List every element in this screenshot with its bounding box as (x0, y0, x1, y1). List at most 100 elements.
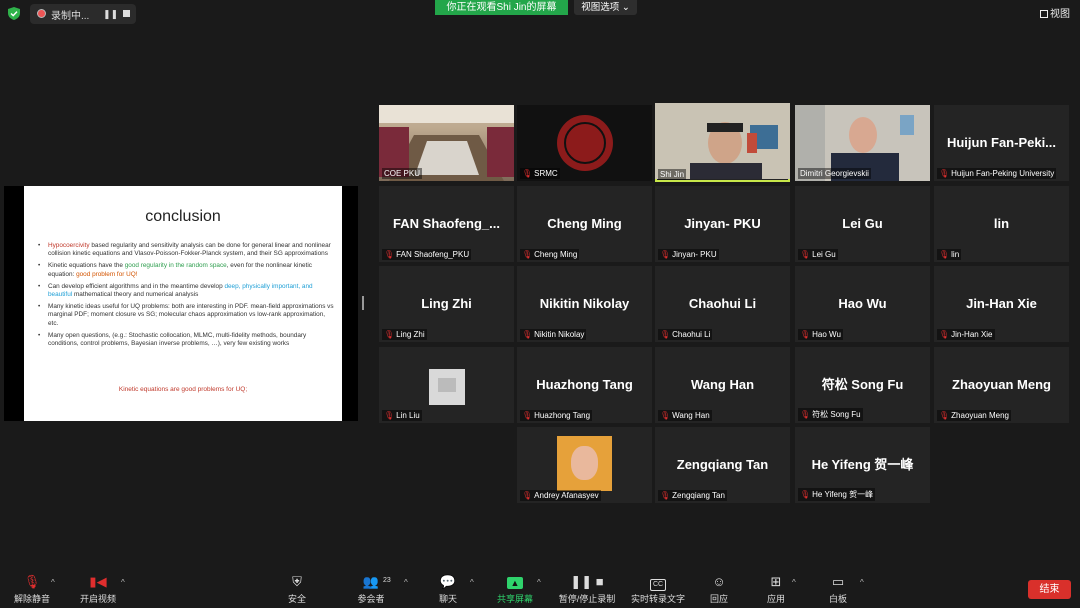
participant-tile[interactable]: Wang Han 🎙 Wang Han (655, 347, 790, 423)
participant-tile[interactable]: COE PKU (379, 105, 514, 181)
split-view-handle[interactable] (362, 296, 364, 310)
participant-label: 🎙 Lin Liu (382, 410, 422, 421)
muted-mic-icon: 🎙 (522, 250, 533, 259)
participant-label: 🎙 lin (937, 249, 962, 260)
participants-options-caret-icon[interactable]: ^ (404, 578, 408, 587)
pause-stop-recording-label: 暂停/停止录制 (558, 594, 616, 604)
participant-tile[interactable]: Jinyan- PKU 🎙 Jinyan- PKU (655, 186, 790, 262)
participant-label: 🎙 He Yifeng 贺一峰 (798, 488, 876, 501)
slide-bullet: Kinetic equations have the good regulari… (38, 262, 336, 278)
profile-photo (557, 436, 612, 491)
participant-label: 🎙 SRMC (520, 168, 560, 179)
muted-mic-icon: 🎙 (939, 411, 950, 420)
default-avatar-icon (429, 369, 465, 405)
participant-label: 🎙 Ling Zhi (382, 329, 427, 340)
participant-label: 🎙 Jinyan- PKU (658, 249, 719, 260)
participant-tile[interactable]: 🎙 Lin Liu (379, 347, 514, 423)
participant-tile[interactable]: 符松 Song Fu 🎙 符松 Song Fu (795, 347, 930, 423)
participant-tile[interactable]: He Yifeng 贺一峰 🎙 He Yifeng 贺一峰 (795, 427, 930, 503)
participant-label: 🎙 Wang Han (658, 410, 712, 421)
apps-label: 应用 (766, 594, 785, 604)
participants-count: 23 (383, 577, 391, 584)
participant-label: 🎙 Zengqiang Tan (658, 490, 727, 501)
whiteboard-button[interactable]: ▭ 白板 (825, 574, 851, 605)
participants-label: 参会者 (357, 594, 385, 604)
muted-mic-icon: 🎙 (800, 410, 811, 419)
video-feed-person (655, 103, 790, 179)
muted-mic-icon: 🎙 (384, 250, 395, 259)
participant-tile[interactable]: Ling Zhi 🎙 Ling Zhi (379, 266, 514, 342)
video-off-icon: ▮◀ (89, 574, 107, 589)
security-shield-icon[interactable] (8, 7, 20, 20)
participant-label: 🎙 FAN Shaofeng_PKU (382, 249, 472, 260)
participant-tile[interactable]: Nikitin Nikolay 🎙 Nikitin Nikolay (517, 266, 652, 342)
apps-icon: ⊞ (770, 574, 782, 589)
slide-bullet: Many kinetic ideas useful for UQ problem… (38, 303, 336, 328)
recording-indicator[interactable]: 录制中... ❚❚ (30, 4, 136, 24)
apps-options-caret-icon[interactable]: ^ (792, 578, 796, 587)
participant-tile[interactable]: 🎙 SRMC (517, 105, 652, 181)
participant-tile[interactable]: Jin-Han Xie 🎙 Jin-Han Xie (934, 266, 1069, 342)
slide-bullet: Hypocoercivity based regularity and sens… (38, 242, 336, 258)
reactions-label: 回应 (709, 594, 728, 604)
participant-tile[interactable]: Hao Wu 🎙 Hao Wu (795, 266, 930, 342)
participant-tile[interactable]: Zengqiang Tan 🎙 Zengqiang Tan (655, 427, 790, 503)
view-options-button[interactable]: 视图选项 ⌄ (574, 0, 637, 15)
participant-tile[interactable]: Zhaoyuan Meng 🎙 Zhaoyuan Meng (934, 347, 1069, 423)
participant-label: 🎙 Huazhong Tang (520, 410, 593, 421)
end-meeting-button[interactable]: 结束 (1028, 580, 1071, 599)
participant-label: 🎙 Jin-Han Xie (937, 329, 995, 340)
pause-stop-icon: ❚❚ ■ (570, 574, 604, 589)
chat-button[interactable]: 💬 聊天 (433, 574, 463, 605)
participant-label: 🎙 Chaohui Li (658, 329, 713, 340)
closed-caption-icon: CC (629, 574, 687, 591)
participant-label: 🎙 Andrey Afanasyev (520, 490, 601, 501)
participant-label: 🎙 Nikitin Nikolay (520, 329, 587, 340)
start-video-button[interactable]: ▮◀ 开启视频 (76, 574, 120, 605)
view-button[interactable]: 视图 (1040, 5, 1070, 20)
live-transcript-button[interactable]: CC 实时转录文字 (629, 574, 687, 605)
muted-mic-icon: 🎙 (800, 330, 811, 339)
chat-label: 聊天 (438, 594, 457, 604)
audio-options-caret-icon[interactable]: ^ (51, 578, 55, 587)
pause-stop-recording-button[interactable]: ❚❚ ■ 暂停/停止录制 (557, 574, 617, 605)
video-options-caret-icon[interactable]: ^ (121, 578, 125, 587)
share-options-caret-icon[interactable]: ^ (537, 578, 541, 587)
reactions-button[interactable]: ☺ 回应 (706, 574, 732, 605)
muted-mic-icon: 🎙 (522, 330, 533, 339)
share-screen-button[interactable]: ▲ 共享屏幕 (495, 574, 535, 605)
participant-label: 🎙 符松 Song Fu (798, 408, 863, 421)
shared-screen: conclusion Hypocoercivity based regulari… (4, 186, 358, 421)
participant-tile[interactable]: Dimitri Georgievskii (795, 105, 930, 181)
participant-tile[interactable]: Lei Gu 🎙 Lei Gu (795, 186, 930, 262)
share-screen-icon: ▲ (495, 574, 535, 590)
view-grid-icon (1040, 10, 1048, 18)
muted-mic-icon: 🎙 (660, 411, 671, 420)
whiteboard-options-caret-icon[interactable]: ^ (860, 578, 864, 587)
participant-label: Shi Jin (658, 169, 687, 180)
stop-recording-icon[interactable] (123, 10, 130, 17)
participant-tile[interactable]: Cheng Ming 🎙 Cheng Ming (517, 186, 652, 262)
slide-bullet: Many open questions, (e.g.: Stochastic c… (38, 332, 336, 348)
participant-tile[interactable]: FAN Shaofeng_... 🎙 FAN Shaofeng_PKU (379, 186, 514, 262)
participant-tile[interactable]: 🎙 Andrey Afanasyev (517, 427, 652, 503)
security-button[interactable]: ⛨ 安全 (282, 574, 312, 605)
viewing-screen-banner: 你正在观看Shi Jin的屏幕 (435, 0, 568, 15)
chat-options-caret-icon[interactable]: ^ (470, 578, 474, 587)
apps-button[interactable]: ⊞ 应用 (763, 574, 789, 605)
participant-tile[interactable]: lin 🎙 lin (934, 186, 1069, 262)
slide-bullet: Can develop efficient algorithms and in … (38, 283, 336, 299)
pause-recording-icon[interactable]: ❚❚ (103, 9, 118, 20)
participant-tile[interactable]: Chaohui Li 🎙 Chaohui Li (655, 266, 790, 342)
unmute-button[interactable]: 🎙 解除静音 (12, 574, 52, 605)
participant-tile-active-speaker[interactable]: Shi Jin (655, 103, 790, 182)
muted-mic-icon: 🎙 (384, 330, 395, 339)
participant-tile[interactable]: Huazhong Tang 🎙 Huazhong Tang (517, 347, 652, 423)
start-video-label: 开启视频 (79, 594, 116, 604)
pku-logo-icon (557, 115, 613, 171)
muted-mic-icon: 🎙 (939, 330, 950, 339)
muted-mic-icon: 🎙 (522, 169, 533, 178)
muted-mic-icon: 🎙 (800, 490, 811, 499)
chat-bubble-icon: 💬 (439, 574, 457, 589)
participant-tile[interactable]: Huijun Fan-Peki... 🎙 Huijun Fan-Peking Un… (934, 105, 1069, 181)
